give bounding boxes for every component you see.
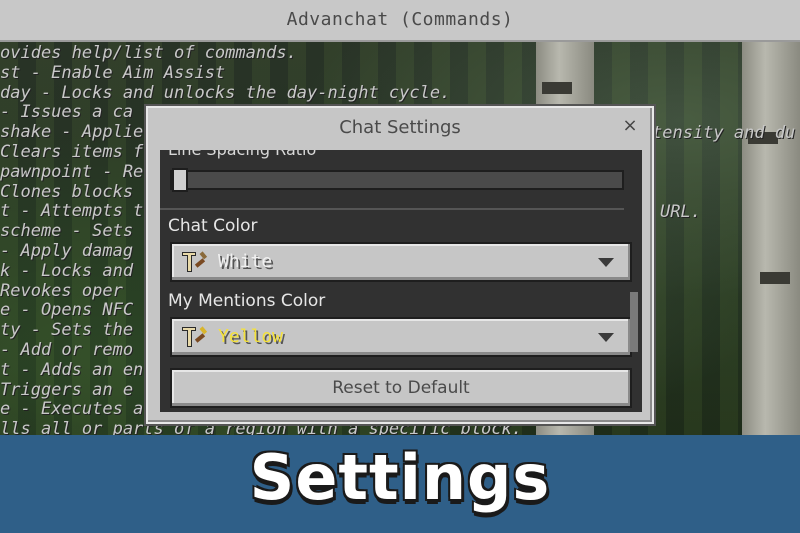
birch-tree xyxy=(742,42,800,435)
mentions-color-label: My Mentions Color xyxy=(168,291,326,311)
reset-to-default-button[interactable]: Reset to Default xyxy=(170,368,632,408)
chat-color-value: White xyxy=(218,251,273,272)
command-line-fragment: tensity and du xyxy=(652,123,796,143)
command-line: ovides help/list of commands. xyxy=(0,43,297,63)
chat-settings-dialog: Chat Settings × Line Spacing Ratio Chat … xyxy=(146,106,654,424)
text-color-icon xyxy=(182,251,208,272)
caption-banner: Settings xyxy=(0,435,800,533)
window-title: Advanchat (Commands) xyxy=(0,0,800,42)
command-line-fragment: URL. xyxy=(660,202,701,222)
command-line: st - Enable Aim Assist xyxy=(0,62,226,83)
command-line: day - Locks and unlocks the day-night cy… xyxy=(0,82,451,103)
panel-scrollbar[interactable] xyxy=(630,292,638,352)
line-spacing-slider[interactable] xyxy=(170,168,624,192)
slider-track xyxy=(172,172,622,188)
mentions-color-dropdown[interactable]: Yellow xyxy=(170,317,632,357)
divider xyxy=(160,208,624,210)
text-color-icon xyxy=(182,326,208,347)
close-icon[interactable]: × xyxy=(620,116,640,136)
mentions-color-value: Yellow xyxy=(218,326,284,347)
slider-thumb[interactable] xyxy=(172,168,188,192)
settings-panel: Line Spacing Ratio Chat Color White My M… xyxy=(160,150,642,412)
chevron-down-icon xyxy=(598,333,614,342)
dialog-title: Chat Settings xyxy=(339,117,461,138)
banner-title: Settings xyxy=(249,441,551,514)
chevron-down-icon xyxy=(598,258,614,267)
line-spacing-label: Line Spacing Ratio xyxy=(168,150,316,159)
chat-color-dropdown[interactable]: White xyxy=(170,242,632,282)
chat-color-label: Chat Color xyxy=(168,216,258,236)
